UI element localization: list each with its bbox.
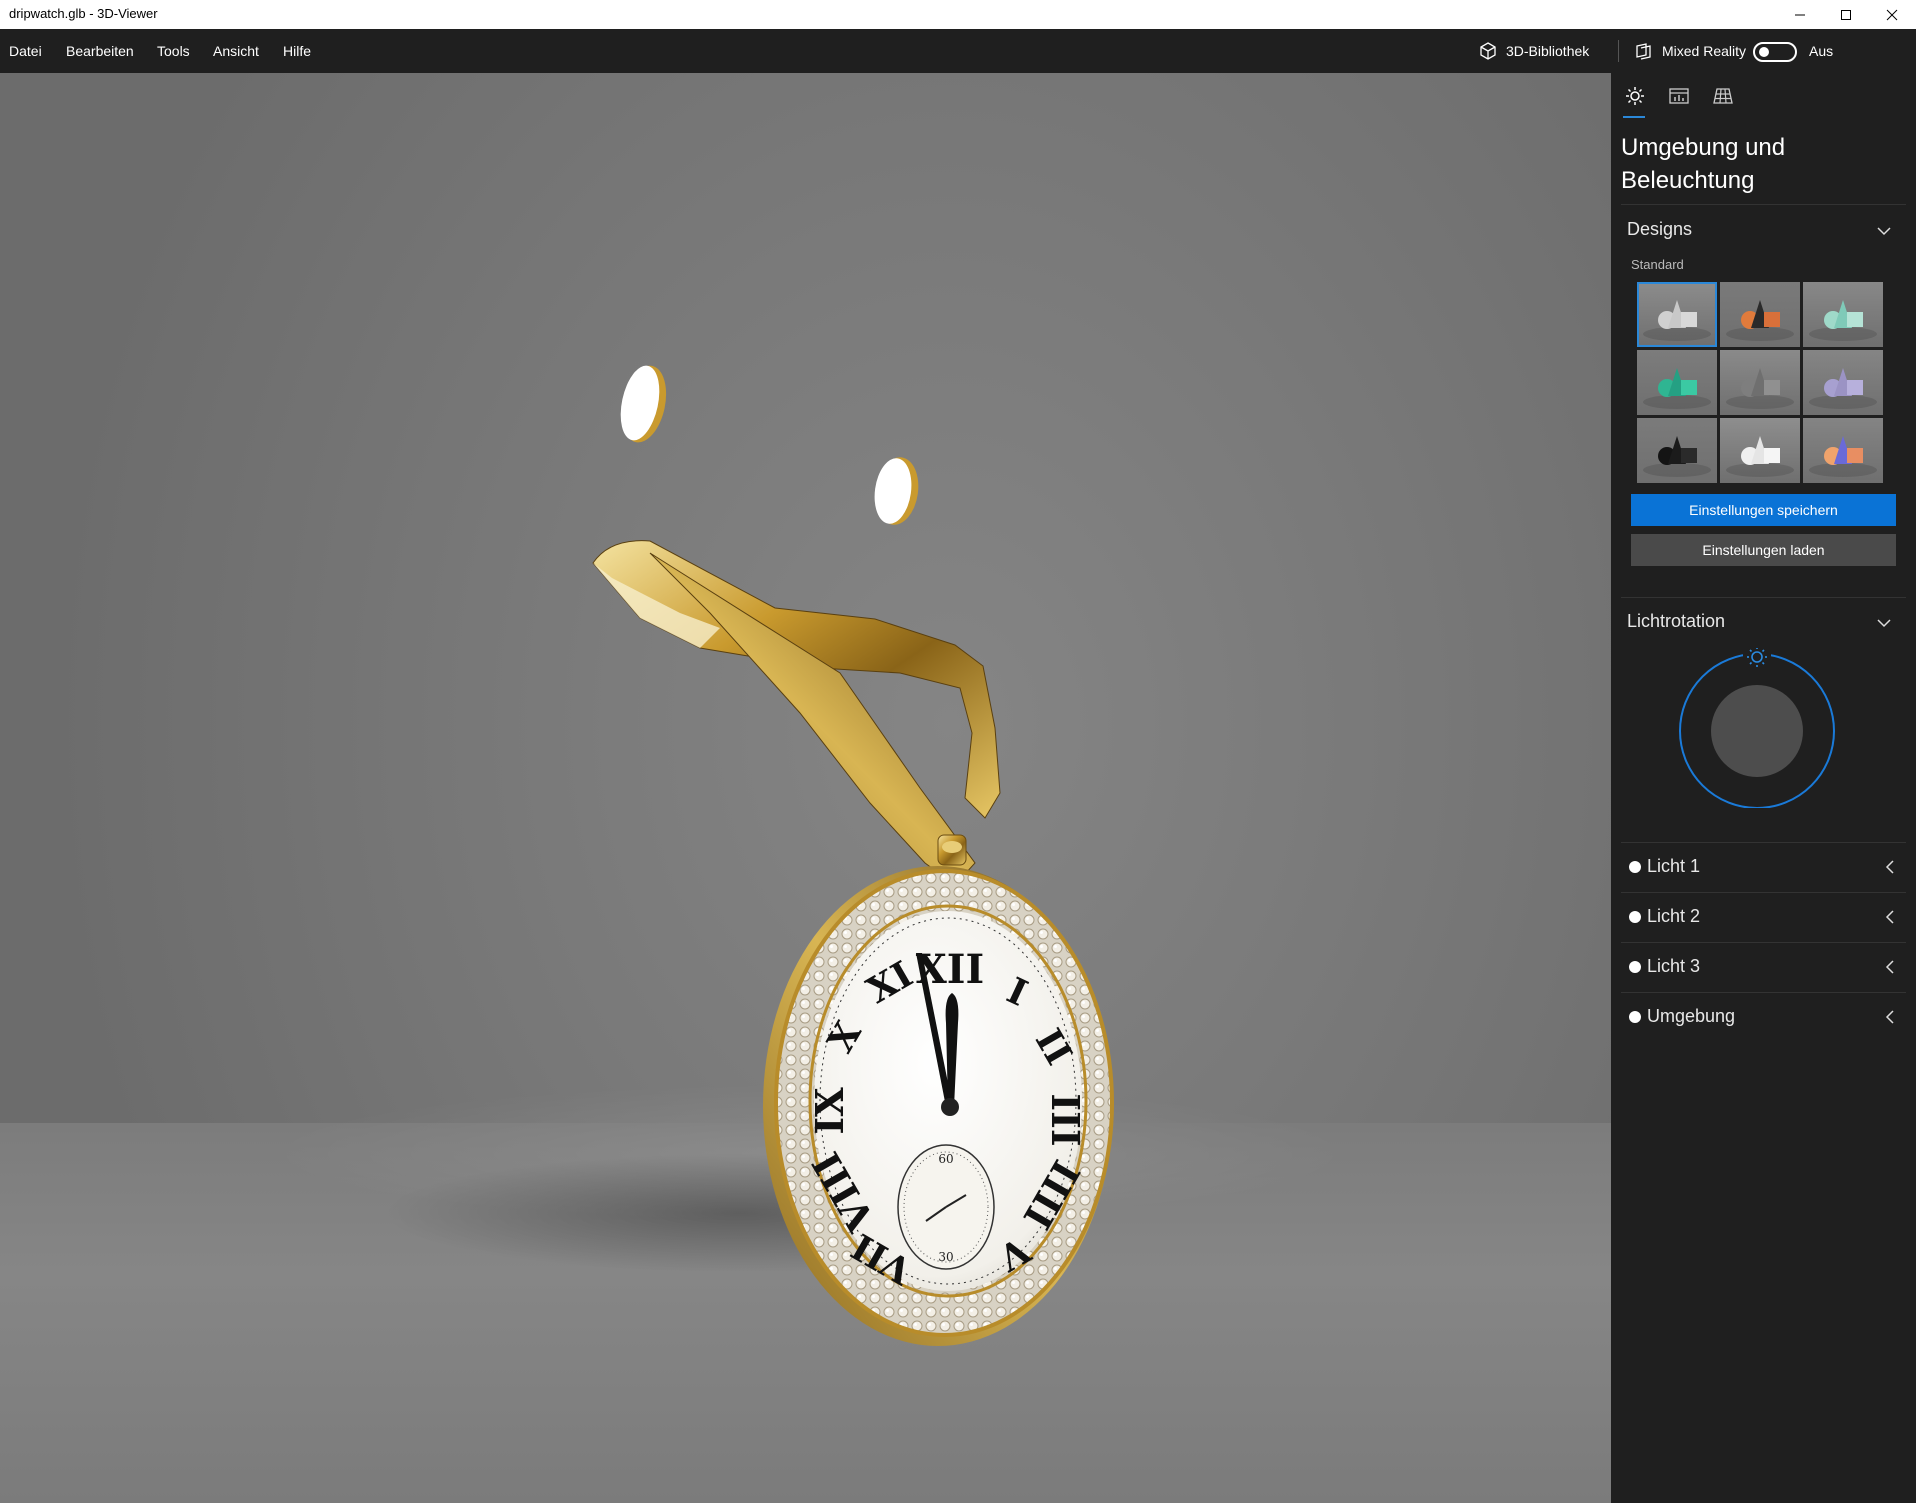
coin-1 xyxy=(620,365,667,443)
design-thumbnails xyxy=(1637,282,1883,483)
mixed-reality-toggle[interactable] xyxy=(1753,42,1797,62)
close-button[interactable] xyxy=(1869,0,1915,29)
tab-environment[interactable] xyxy=(1623,85,1647,107)
chevron-left-icon[interactable] xyxy=(1883,909,1897,925)
design-thumbnail[interactable] xyxy=(1803,282,1883,347)
divider xyxy=(1621,597,1906,598)
design-thumbnail[interactable] xyxy=(1637,418,1717,483)
library-label: 3D-Bibliothek xyxy=(1506,43,1590,59)
divider xyxy=(1621,892,1906,893)
rotation-sphere xyxy=(1711,685,1803,777)
design-thumbnail[interactable] xyxy=(1720,282,1800,347)
design-thumbnail[interactable] xyxy=(1637,282,1717,347)
window-title: dripwatch.glb - 3D-Viewer xyxy=(9,6,158,21)
close-icon xyxy=(1886,9,1898,20)
svg-text:IX: IX xyxy=(807,1087,852,1135)
stats-icon xyxy=(1669,88,1689,104)
toggle-state-label: Aus xyxy=(1809,43,1834,59)
light-label: Licht 2 xyxy=(1647,906,1701,926)
menu-bar: Datei Bearbeiten Tools Ansicht Hilfe 3D-… xyxy=(0,29,1916,73)
menu-ansicht[interactable]: Ansicht xyxy=(213,43,259,59)
load-settings-button[interactable]: Einstellungen laden xyxy=(1631,534,1896,566)
light-indicator xyxy=(1629,911,1641,923)
seconds-subdial: 60 30 xyxy=(897,1144,995,1270)
menu-tools[interactable]: Tools xyxy=(157,43,190,59)
light-row[interactable]: Licht 3 xyxy=(1621,942,1906,992)
mixed-reality-label: Mixed Reality xyxy=(1662,43,1747,59)
tab-grid[interactable] xyxy=(1711,85,1735,107)
coin-2 xyxy=(874,457,919,525)
divider xyxy=(1621,204,1906,205)
watch-crown xyxy=(937,834,967,866)
menu-separator xyxy=(1618,40,1619,62)
mixed-reality-button[interactable]: Mixed Reality xyxy=(1634,29,1746,73)
light-rotation-heading[interactable]: Lichtrotation xyxy=(1627,611,1725,632)
maximize-button[interactable] xyxy=(1823,0,1869,29)
maximize-icon xyxy=(1841,9,1851,20)
cube-icon xyxy=(1480,42,1496,60)
chevron-down-icon[interactable] xyxy=(1875,222,1893,240)
library-button[interactable]: 3D-Bibliothek xyxy=(1478,29,1589,73)
light-label: Licht 3 xyxy=(1647,956,1701,976)
grid-icon xyxy=(1713,88,1733,104)
chevron-down-icon[interactable] xyxy=(1875,614,1893,632)
menu-bearbeiten[interactable]: Bearbeiten xyxy=(66,43,134,59)
menu-hilfe[interactable]: Hilfe xyxy=(283,43,311,59)
design-thumbnail[interactable] xyxy=(1720,350,1800,415)
light-indicator xyxy=(1629,961,1641,973)
side-panel: Umgebung und Beleuchtung Designs Standar… xyxy=(1611,73,1916,1503)
watch-chain xyxy=(592,540,1001,886)
design-thumbnail[interactable] xyxy=(1637,350,1717,415)
pocket-watch-model[interactable]: XII I II III IIII V VII VIII IX X XI 60 … xyxy=(0,73,1611,1503)
tab-stats[interactable] xyxy=(1667,85,1691,107)
chevron-left-icon[interactable] xyxy=(1883,859,1897,875)
svg-text:30: 30 xyxy=(938,1250,953,1264)
save-settings-button[interactable]: Einstellungen speichern xyxy=(1631,494,1896,526)
minimize-icon xyxy=(1795,14,1805,15)
light-label: Umgebung xyxy=(1647,1006,1736,1026)
divider xyxy=(1621,942,1906,943)
light-indicator xyxy=(1629,1011,1641,1023)
3d-viewport[interactable]: XII I II III IIII V VII VIII IX X XI 60 … xyxy=(0,73,1611,1503)
design-thumbnail[interactable] xyxy=(1803,350,1883,415)
chevron-left-icon[interactable] xyxy=(1883,1009,1897,1025)
designs-heading[interactable]: Designs xyxy=(1627,219,1692,240)
svg-text:III: III xyxy=(1043,1093,1088,1146)
divider xyxy=(1621,992,1906,993)
light-row[interactable]: Umgebung xyxy=(1621,992,1906,1042)
designs-group-label: Standard xyxy=(1631,257,1684,272)
design-thumbnail[interactable] xyxy=(1803,418,1883,483)
design-thumbnail[interactable] xyxy=(1720,418,1800,483)
light-row[interactable]: Licht 2 xyxy=(1621,892,1906,942)
light-label: Licht 1 xyxy=(1647,856,1701,876)
light-indicator xyxy=(1629,861,1641,873)
active-tab-indicator xyxy=(1623,116,1645,118)
toggle-knob xyxy=(1759,47,1769,57)
light-rotation-dial[interactable] xyxy=(1677,648,1837,808)
menu-datei[interactable]: Datei xyxy=(9,43,42,59)
mixed-reality-icon xyxy=(1636,43,1651,60)
svg-text:60: 60 xyxy=(938,1152,953,1166)
light-row[interactable]: Licht 1 xyxy=(1621,842,1906,892)
title-bar: dripwatch.glb - 3D-Viewer xyxy=(0,0,1916,29)
divider xyxy=(1621,842,1906,843)
minimize-button[interactable] xyxy=(1777,0,1823,29)
panel-title: Umgebung und Beleuchtung xyxy=(1621,134,1786,194)
chevron-left-icon[interactable] xyxy=(1883,959,1897,975)
sun-icon xyxy=(1626,87,1644,105)
